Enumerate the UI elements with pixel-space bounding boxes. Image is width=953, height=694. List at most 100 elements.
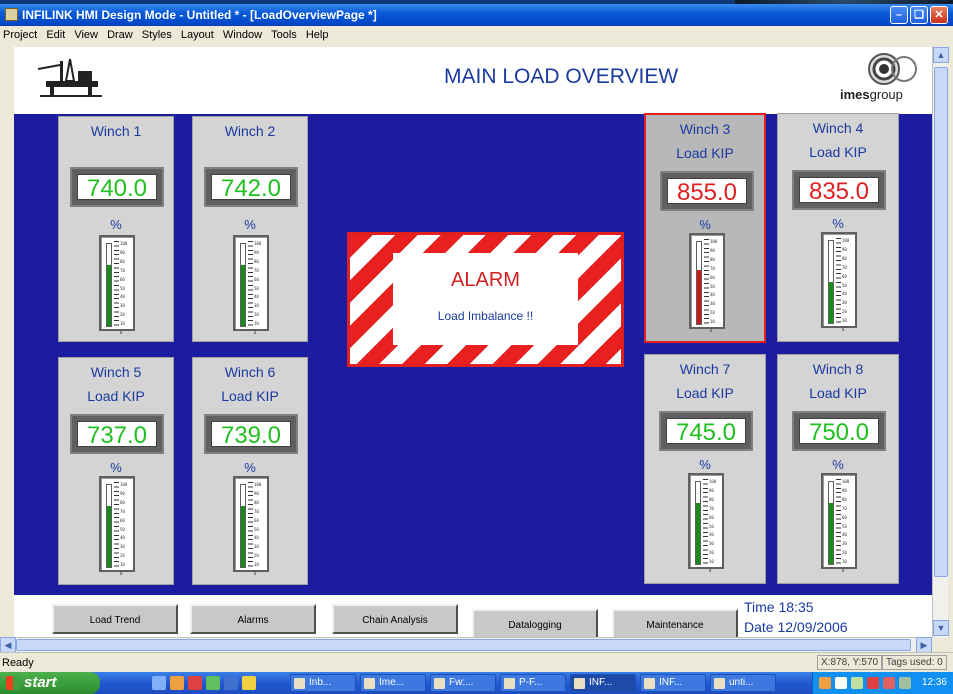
- menu-tools[interactable]: Tools: [268, 26, 300, 44]
- menu-edit[interactable]: Edit: [43, 26, 68, 44]
- restore-button[interactable]: ❏: [910, 6, 928, 24]
- tray-icon-6[interactable]: [899, 677, 911, 689]
- winch-panel[interactable]: Winch 7 Load KIP 745.0 % 100 90 80 70 60 50 40…: [644, 354, 766, 584]
- taskbar-task-button[interactable]: P-F...: [500, 674, 566, 692]
- quicklaunch-misc-icon[interactable]: [242, 676, 256, 690]
- alarm-message: Load Imbalance !!: [437, 309, 534, 323]
- taskbar-task-button[interactable]: Ime...: [360, 674, 426, 692]
- gauge-scale-label: 50: [710, 283, 715, 289]
- alarm-inner: ALARM Load Imbalance !!: [393, 253, 578, 345]
- load-bar-gauge: 100 90 80 70 60 50 40 30 20 10 0: [821, 473, 857, 573]
- gauge-scale-label: 20: [710, 310, 715, 316]
- winch-load-label: Load KIP: [676, 385, 734, 401]
- quicklaunch-app-icon[interactable]: [188, 676, 202, 690]
- oil-rig-icon: [37, 58, 102, 97]
- vertical-scrollbar[interactable]: ▲ ▼: [932, 47, 949, 638]
- menu-draw[interactable]: Draw: [104, 26, 136, 44]
- taskbar-task-button[interactable]: Inb...: [290, 674, 356, 692]
- scroll-down-icon[interactable]: ▼: [933, 620, 949, 636]
- tray-icon-5[interactable]: [883, 677, 895, 689]
- winch-panel[interactable]: Winch 3 Load KIP 855.0 % 100 90 80 70 60 50 40…: [644, 113, 766, 343]
- quicklaunch-word-icon[interactable]: [224, 676, 238, 690]
- gauge-scale-label: 40: [120, 535, 125, 541]
- taskbar-task-button[interactable]: Fw:...: [430, 674, 496, 692]
- winch-panel[interactable]: Winch 8 Load KIP 750.0 % 100 90 80 70 60 50 40…: [777, 354, 899, 584]
- gauge-scale-label: 20: [842, 550, 847, 556]
- gauge-scale-label: 60: [120, 276, 125, 282]
- winch-panel[interactable]: Winch 6 Load KIP 739.0 % 100 90 80 70 60 50 40…: [192, 357, 308, 585]
- scroll-left-icon[interactable]: ◀: [0, 637, 16, 653]
- gauge-scale-label: 0: [709, 568, 712, 574]
- gauge-scale-label: 20: [120, 312, 125, 318]
- maintenance-button[interactable]: Maintenance: [612, 609, 738, 639]
- menu-window[interactable]: Window: [220, 26, 265, 44]
- close-button[interactable]: ✕: [930, 6, 948, 24]
- winch-load-label: Load KIP: [221, 388, 279, 404]
- load-bar-gauge: 100 90 80 70 60 50 40 30 20 10 0: [821, 232, 857, 332]
- gauge-scale-label: 80: [710, 256, 715, 262]
- scroll-right-icon[interactable]: ▶: [916, 637, 932, 653]
- quicklaunch-excel-icon[interactable]: [206, 676, 220, 690]
- status-bar: Ready X:878, Y:570 Tags used: 0: [0, 652, 953, 672]
- winch-panel[interactable]: Winch 2 742.0 % 100 90 80 70 60 50 40 30 20 10 0: [192, 116, 308, 342]
- gauge-scale-labels: 100 90 80 70 60 50 40 30 20 10 0: [120, 240, 134, 335]
- alarms-button[interactable]: Alarms: [190, 604, 316, 634]
- winch-name: Winch 1: [90, 123, 142, 139]
- scroll-up-icon[interactable]: ▲: [933, 47, 949, 63]
- system-tray: 12:36: [812, 672, 953, 694]
- taskbar-task-button[interactable]: INF...: [640, 674, 706, 692]
- gauge-scale-label: 40: [254, 294, 259, 300]
- winch-panel[interactable]: Winch 4 Load KIP 835.0 % 100 90 80 70 60 50 40…: [777, 113, 899, 342]
- percent-label: %: [699, 217, 711, 232]
- tray-icon-2[interactable]: [835, 677, 847, 689]
- gauge-scale-label: 30: [120, 544, 125, 550]
- menu-project[interactable]: Project: [0, 26, 40, 44]
- gauge-scale-label: 0: [254, 571, 257, 577]
- gauge-scale-label: 80: [709, 496, 714, 502]
- gauge-scale-label: 100: [842, 238, 850, 243]
- chain-analysis-button[interactable]: Chain Analysis: [332, 604, 458, 634]
- winch-value-display: 737.0: [70, 414, 164, 454]
- horizontal-scrollbar[interactable]: ◀ ▶: [0, 637, 932, 653]
- winch-value-display: 750.0: [792, 411, 886, 451]
- load-trend-button[interactable]: Load Trend: [52, 604, 178, 634]
- gauge-scale-label: 40: [254, 535, 259, 541]
- tray-icon-1[interactable]: [819, 677, 831, 689]
- gauge-scale-label: 30: [710, 301, 715, 307]
- datalogging-button[interactable]: Datalogging: [472, 609, 598, 639]
- page-header: MAIN LOAD OVERVIEW imesgroup: [14, 47, 932, 114]
- winch-panel[interactable]: Winch 5 Load KIP 737.0 % 100 90 80 70 60 50 40…: [58, 357, 174, 585]
- taskbar-task-button[interactable]: unti...: [710, 674, 776, 692]
- minimize-button[interactable]: –: [890, 6, 908, 24]
- gauge-scale-label: 50: [842, 523, 847, 529]
- gauge-fill: [107, 506, 111, 567]
- title-bar[interactable]: INFILINK HMI Design Mode - Untitled * - …: [0, 4, 953, 26]
- gauge-scale-label: 50: [254, 285, 259, 291]
- winch-value-display: 739.0: [204, 414, 298, 454]
- gauge-scale-label: 90: [254, 490, 259, 496]
- winch-load-label: Load KIP: [809, 144, 867, 160]
- quicklaunch-ie-icon[interactable]: [152, 676, 166, 690]
- window-title: INFILINK HMI Design Mode - Untitled * - …: [22, 8, 377, 22]
- winch-value-display: 835.0: [792, 170, 886, 210]
- gauge-fill: [107, 265, 111, 326]
- start-button[interactable]: start: [0, 672, 100, 694]
- tray-icon-3[interactable]: [851, 677, 863, 689]
- gauge-scale-label: 60: [842, 514, 847, 520]
- winch-panel[interactable]: Winch 1 740.0 % 100 90 80 70 60 50 40 30 20 10 0: [58, 116, 174, 342]
- percent-label: %: [699, 457, 711, 472]
- tray-icon-4[interactable]: [867, 677, 879, 689]
- horizontal-scroll-thumb[interactable]: [16, 639, 911, 651]
- quicklaunch-outlook-icon[interactable]: [170, 676, 184, 690]
- gauge-scale-label: 30: [254, 303, 259, 309]
- gauge-fill: [696, 502, 700, 564]
- vertical-scroll-thumb[interactable]: [934, 67, 948, 577]
- winch-value: 737.0: [77, 421, 157, 449]
- menu-styles[interactable]: Styles: [139, 26, 175, 44]
- taskbar-task-button[interactable]: INF...: [570, 674, 636, 692]
- menu-layout[interactable]: Layout: [178, 26, 217, 44]
- menu-help[interactable]: Help: [303, 26, 332, 44]
- gauge-scale-label: 0: [842, 327, 845, 333]
- cursor-coordinates: X:878, Y:570: [817, 655, 883, 670]
- menu-view[interactable]: View: [71, 26, 101, 44]
